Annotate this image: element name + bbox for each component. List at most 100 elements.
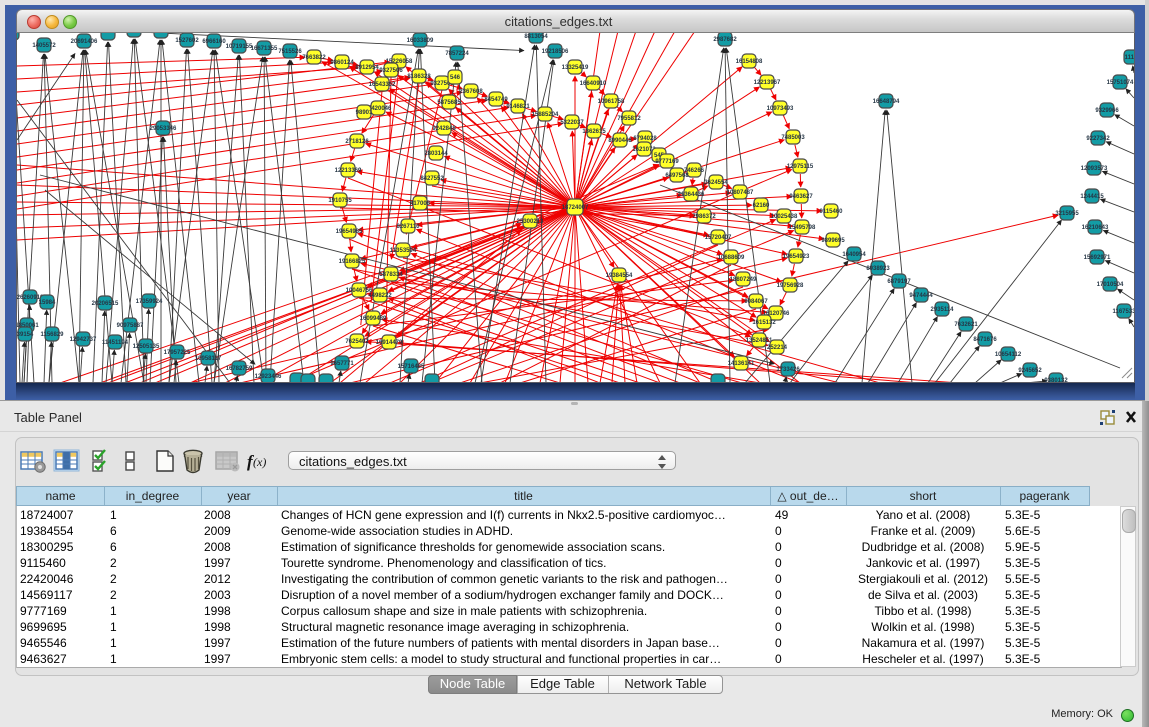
svg-text:9380132: 9380132: [1044, 378, 1068, 382]
svg-text:7625402: 7625402: [345, 339, 369, 345]
svg-text:2987682: 2987682: [713, 37, 737, 43]
svg-text:9860124: 9860124: [330, 60, 354, 66]
svg-text:8186328: 8186328: [407, 74, 431, 80]
svg-text:7632621: 7632621: [954, 322, 978, 328]
svg-text:9327506: 9327506: [379, 68, 403, 74]
svg-text:8427552: 8427552: [420, 176, 444, 182]
svg-text:16640910: 16640910: [580, 81, 607, 87]
svg-text:19384554: 19384554: [606, 273, 633, 279]
svg-text:15885204: 15885204: [532, 112, 559, 118]
svg-text:11353594: 11353594: [390, 248, 417, 254]
svg-text:10973493: 10973493: [767, 106, 794, 112]
svg-text:6794028: 6794028: [633, 136, 657, 142]
svg-text:12975115: 12975115: [787, 164, 814, 170]
svg-text:10654112: 10654112: [995, 352, 1022, 358]
svg-text:13325419: 13325419: [562, 65, 589, 71]
svg-text:1405572: 1405572: [32, 43, 56, 49]
svg-text:12093573: 12093573: [1081, 166, 1108, 172]
svg-text:417008: 417008: [410, 201, 431, 207]
svg-text:1244415: 1244415: [1080, 194, 1104, 200]
svg-text:10958117: 10958117: [195, 356, 222, 362]
svg-text:1362615: 1362615: [582, 129, 606, 135]
svg-text:7485003: 7485003: [781, 135, 805, 141]
svg-text:9245652: 9245652: [1018, 368, 1042, 374]
svg-text:6879197: 6879197: [887, 279, 911, 285]
svg-text:8267110: 8267110: [396, 224, 420, 230]
svg-text:9777169: 9777169: [655, 159, 679, 165]
svg-text:12213369: 12213369: [335, 168, 362, 174]
svg-text:29053346: 29053346: [150, 126, 177, 132]
svg-text:39154: 39154: [17, 332, 34, 338]
svg-text:252214: 252214: [767, 345, 788, 351]
svg-text:3624554: 3624554: [704, 180, 728, 186]
svg-text:8471676: 8471676: [973, 337, 997, 343]
svg-text:2935114: 2935114: [930, 307, 954, 313]
svg-text:8912954: 8912954: [355, 65, 379, 71]
svg-text:6497568: 6497568: [665, 173, 689, 179]
svg-text:15692971: 15692971: [1084, 255, 1111, 261]
svg-text:2803144: 2803144: [424, 151, 448, 157]
svg-text:10807487: 10807487: [727, 190, 754, 196]
svg-text:7857224: 7857224: [445, 51, 469, 57]
svg-text:10025438: 10025438: [771, 214, 798, 220]
svg-text:7955812: 7955812: [617, 116, 641, 122]
svg-text:12942737: 12942737: [70, 337, 97, 343]
svg-text:2367608: 2367608: [459, 89, 483, 95]
svg-text:6966160: 6966160: [202, 39, 226, 45]
svg-text:17359924: 17359924: [136, 299, 163, 305]
svg-text:5322037: 5322037: [560, 120, 584, 126]
svg-text:16099489: 16099489: [360, 316, 387, 322]
svg-text:1167533: 1167533: [1112, 309, 1134, 315]
svg-text:1615132: 1615132: [752, 320, 776, 326]
svg-text:13524851: 13524851: [746, 338, 773, 344]
svg-text:16782759: 16782759: [226, 366, 253, 372]
svg-text:16210643: 16210643: [1082, 225, 1109, 231]
svg-text:7515526: 7515526: [278, 49, 302, 55]
svg-text:9329966: 9329966: [1095, 108, 1119, 114]
svg-text:7663822: 7663822: [302, 55, 326, 61]
svg-text:25300213: 25300213: [517, 219, 544, 225]
svg-text:9115460: 9115460: [819, 209, 843, 215]
svg-text:8938923: 8938923: [866, 266, 890, 272]
svg-text:16033809: 16033809: [407, 38, 434, 44]
svg-text:20206515: 20206515: [92, 301, 119, 307]
svg-text:5875685: 5875685: [437, 100, 461, 106]
svg-text:19218506: 19218506: [542, 49, 569, 55]
svg-text:16914479: 16914479: [376, 340, 403, 346]
svg-text:12505135: 12505135: [133, 344, 160, 350]
svg-text:7986372: 7986372: [692, 214, 716, 220]
svg-text:2718126: 2718126: [345, 139, 369, 145]
svg-text:98901: 98901: [356, 110, 373, 116]
svg-text:1640954: 1640954: [842, 252, 866, 258]
svg-text:17010504: 17010504: [1097, 282, 1124, 288]
svg-text:1910755: 1910755: [328, 198, 352, 204]
svg-text:12213967: 12213967: [754, 80, 781, 86]
svg-text:1527602: 1527602: [175, 38, 199, 44]
svg-text:20691406: 20691406: [71, 39, 98, 45]
svg-text:9463627: 9463627: [789, 194, 813, 200]
svg-text:19756928: 19756928: [777, 283, 804, 289]
svg-text:1733426: 1733426: [776, 367, 800, 373]
svg-text:9474444: 9474444: [909, 293, 933, 299]
svg-text:14136141: 14136141: [728, 361, 755, 367]
svg-text:10719155: 10719155: [226, 44, 253, 50]
svg-text:15720407: 15720407: [705, 235, 732, 241]
svg-text:9899695: 9899695: [821, 238, 845, 244]
svg-text:16671355: 16671355: [251, 46, 278, 52]
svg-text:5878334: 5878334: [379, 272, 403, 278]
svg-text:10961758: 10961758: [598, 99, 625, 105]
svg-text:9657771: 9657771: [330, 361, 354, 367]
svg-text:9242848: 9242848: [432, 126, 456, 132]
svg-text:(x): (x): [253, 455, 266, 469]
svg-text:4498222: 4498222: [368, 293, 392, 299]
svg-text:16648794: 16648794: [873, 99, 900, 105]
svg-text:8813054: 8813054: [524, 34, 548, 40]
svg-text:16154808: 16154808: [736, 59, 763, 65]
svg-text:17957225: 17957225: [164, 350, 191, 356]
svg-text:21364436: 21364436: [678, 192, 705, 198]
svg-text:8990448: 8990448: [608, 138, 632, 144]
svg-text:9227342: 9227342: [1086, 136, 1110, 142]
svg-text:1117: 1117: [1125, 55, 1134, 61]
svg-text:16543362: 16543362: [369, 82, 396, 88]
svg-text:9146821: 9146821: [506, 104, 530, 110]
